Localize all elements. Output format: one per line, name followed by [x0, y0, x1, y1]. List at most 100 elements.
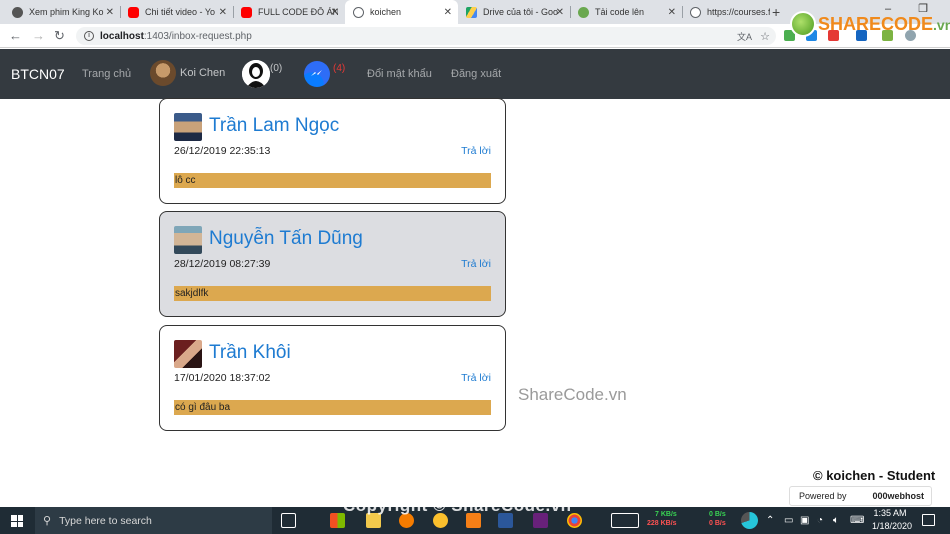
volume-icon[interactable]: 🔈︎ [833, 515, 839, 526]
translate-icon[interactable]: 文A [737, 30, 752, 43]
net-upload-speed: 7 KB/s [655, 511, 677, 518]
reload-icon[interactable]: ↻ [54, 28, 65, 44]
clock-time: 1:35 AM [873, 508, 907, 518]
sharecode-icon [578, 6, 589, 18]
reply-link[interactable]: Trả lời [461, 258, 491, 270]
battery-meter-icon [611, 513, 639, 528]
tab-label: Xem phim King Ko [29, 7, 104, 17]
reply-link[interactable]: Trả lời [461, 372, 491, 384]
friend-requests-count: (0) [270, 63, 283, 74]
browser-tab-0[interactable]: Xem phim King Ko ✕ [4, 0, 120, 24]
browser-tab-2[interactable]: FULL CODE ĐỒ ÁN ✕ [233, 0, 345, 24]
logo-main: SHARECODE [818, 13, 934, 34]
message-card: Nguyễn Tấn Dũng 28/12/2019 08:27:39 Trả … [159, 211, 506, 317]
net2-download-speed: 0 B/s [709, 520, 726, 527]
address-bar[interactable]: i localhost:1403/inbox-request.php 文A ☆ [76, 27, 776, 45]
person-silhouette-icon [242, 60, 270, 88]
message-text: sakjdlfk [174, 286, 491, 301]
tab-label: FULL CODE ĐỒ ÁN [258, 7, 338, 17]
message-text: lô cc [174, 173, 491, 188]
close-icon[interactable]: ✕ [106, 7, 114, 18]
globe-icon [690, 6, 701, 18]
drive-icon [466, 6, 477, 18]
search-icon: ⚲ [43, 515, 52, 527]
github-icon [12, 6, 23, 18]
youtube-icon [128, 6, 139, 18]
sender-avatar [174, 226, 202, 254]
user-avatar[interactable] [150, 60, 176, 86]
browser-tab-active[interactable]: koichen ✕ [345, 0, 458, 24]
browser-tab-4[interactable]: Drive của tôi - Goo ✕ [458, 0, 570, 24]
tab-label: https://courses.fit. [707, 7, 770, 17]
task-view-icon[interactable] [281, 513, 296, 528]
copyright-overlay: Copyright © ShareCode.vn [343, 496, 572, 515]
sender-avatar [174, 340, 202, 368]
watermark: ShareCode.vn [518, 385, 627, 404]
footer-credit: © koichen - Student [813, 468, 936, 483]
message-date: 26/12/2019 22:35:13 [174, 145, 271, 157]
message-card: Trần Lam Ngọc 26/12/2019 22:35:13 Trả lờ… [159, 98, 506, 204]
reply-link[interactable]: Trả lời [461, 145, 491, 157]
tab-label: Drive của tôi - Goo [483, 7, 559, 17]
messenger-icon[interactable] [304, 61, 330, 87]
wifi-icon[interactable]: ◔ [817, 515, 823, 526]
windows-start-icon[interactable] [11, 515, 23, 527]
close-icon[interactable]: ✕ [219, 7, 227, 18]
message-text: có gì đâu ba [174, 400, 491, 415]
powered-by-label: Powered by [799, 491, 847, 501]
sharecode-logo: SHARECODE.vn [790, 10, 950, 38]
browser-tab-5[interactable]: Tải code lên ✕ [570, 0, 682, 24]
battery-icon[interactable]: ▭ [784, 515, 793, 526]
message-date: 17/01/2020 18:37:02 [174, 372, 271, 384]
net-download-speed: 228 KB/s [647, 520, 677, 527]
net2-upload-speed: 0 B/s [709, 511, 726, 518]
address-path: :1403/inbox-request.php [143, 30, 252, 42]
change-password-link[interactable]: Đổi mật khẩu [367, 68, 432, 80]
cpu-gauge-icon [741, 512, 758, 529]
powered-by-badge[interactable]: Powered by 000webhost [789, 486, 932, 506]
taskbar-search[interactable]: ⚲ Type here to search [35, 507, 272, 534]
sender-name[interactable]: Nguyễn Tấn Dũng [209, 228, 363, 250]
youtube-icon [241, 6, 252, 18]
taskbar-search-placeholder: Type here to search [59, 514, 152, 527]
forward-arrow-icon[interactable]: → [32, 28, 45, 43]
bookmark-star-icon[interactable]: ☆ [760, 30, 770, 43]
tab-label: koichen [370, 7, 402, 17]
messages-count: (4) [333, 63, 346, 74]
logout-link[interactable]: Đăng xuất [451, 68, 501, 80]
tab-label: Tải code lên [595, 7, 645, 17]
globe-icon [353, 6, 364, 18]
close-icon[interactable]: ✕ [331, 7, 339, 18]
friend-requests-icon[interactable] [242, 60, 270, 88]
sharecode-logo-text: SHARECODE.vn [818, 14, 950, 35]
keyboard-icon[interactable]: ⌨ [850, 515, 864, 526]
notification-icon[interactable] [922, 514, 935, 526]
taskbar-clock[interactable]: 1:35 AM 1/18/2020 [872, 507, 913, 533]
close-icon[interactable]: ✕ [668, 7, 676, 18]
site-brand[interactable]: BTCN07 [11, 66, 65, 82]
back-arrow-icon[interactable]: ← [9, 28, 22, 43]
display-icon[interactable]: ▣ [800, 515, 809, 526]
message-date: 28/12/2019 08:27:39 [174, 258, 271, 270]
close-icon[interactable]: ✕ [444, 7, 452, 18]
sharecode-logo-icon [790, 11, 816, 37]
user-name-link[interactable]: Koi Chen [180, 67, 225, 79]
browser-tab-1[interactable]: Chi tiết video - Yo ✕ [120, 0, 233, 24]
address-host: localhost [100, 30, 144, 42]
tab-label: Chi tiết video - Yo [145, 7, 216, 17]
close-icon[interactable]: ✕ [556, 7, 564, 18]
sender-name[interactable]: Trần Lam Ngọc [209, 115, 339, 137]
logo-suffix: .vn [933, 16, 950, 33]
site-navbar: BTCN07 Trang chủ Koi Chen (0) (4) Đổi mậ… [0, 49, 950, 99]
browser-tab-6[interactable]: https://courses.fit. [682, 0, 770, 24]
sender-name[interactable]: Trần Khôi [209, 342, 291, 364]
message-card: Trần Khôi 17/01/2020 18:37:02 Trả lời có… [159, 325, 506, 431]
new-tab-button[interactable]: + [772, 4, 780, 20]
powered-by-brand: 000webhost [872, 491, 925, 501]
sender-avatar [174, 113, 202, 141]
chevron-up-icon[interactable]: ⌃ [766, 515, 774, 526]
messenger-bolt-icon [311, 70, 322, 76]
clock-date: 1/18/2020 [872, 521, 913, 531]
nav-home-link[interactable]: Trang chủ [82, 68, 131, 80]
info-icon[interactable]: i [84, 31, 94, 41]
